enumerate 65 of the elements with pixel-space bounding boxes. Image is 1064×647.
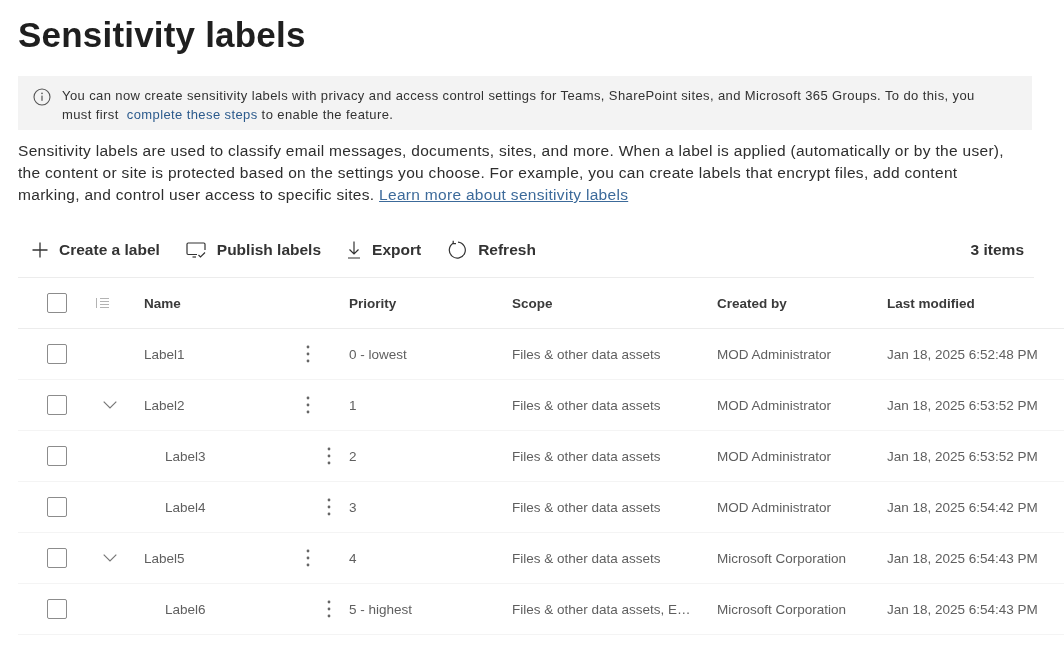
more-options-icon[interactable] [306,345,310,363]
download-icon [347,240,362,259]
more-options-icon[interactable] [327,498,331,516]
scope-text: Files & other data assets [512,449,661,464]
creator-name: MOD Administrator [717,398,832,413]
label-name[interactable]: Label1 [144,346,306,362]
column-header[interactable]: Last modified [887,295,975,311]
column-header[interactable]: Scope [512,295,553,311]
scope-text: Files & other data assets [512,398,661,413]
scope-text: Files & other data assets [512,500,661,515]
row-checkbox[interactable] [47,548,67,568]
modified-date: Jan 18, 2025 6:54:43 PM [887,551,1038,566]
modified-date: Jan 18, 2025 6:54:42 PM [887,500,1038,515]
priority-text: 4 [349,551,357,566]
creator-name: Microsoft Corporation [717,551,847,566]
refresh-button[interactable]: Refresh [445,235,538,264]
chevron-down-icon[interactable] [103,401,117,409]
learn-more-link[interactable]: Learn more about sensitivity labels [379,186,629,203]
creator-name: MOD Administrator [717,500,832,515]
page-title: Sensitivity labels [18,14,306,56]
description-text: Sensitivity labels are used to classify email messages, documents, sites, and more. When a label is applied (automatically or by the user), the content or site is protected based on the settings you choose. For example, you can create labels that encrypt files, add content marking, and control user access to specific sites. Learn more about sensitivity labels [18,141,1005,205]
refresh-icon [447,239,468,260]
priority-text: 2 [349,449,357,464]
label-name[interactable]: Label2 [144,397,306,413]
priority-text: 3 [349,500,357,515]
plus-icon [32,241,48,258]
more-options-icon[interactable] [306,396,310,414]
row-checkbox[interactable] [47,599,67,619]
column-header[interactable]: Priority [349,295,397,311]
modified-date: Jan 18, 2025 6:54:43 PM [887,602,1038,617]
more-options-icon[interactable] [327,447,331,465]
more-options-icon[interactable] [327,600,331,618]
priority-text: 1 [349,398,357,413]
setup-link[interactable]: complete these steps [126,107,258,122]
modified-date: Jan 18, 2025 6:53:52 PM [887,398,1038,413]
publish-labels-button[interactable]: Publish labels [183,236,324,263]
modified-date: Jan 18, 2025 6:52:48 PM [887,347,1038,362]
item-count: 3 items [970,240,1024,259]
priority-text: 5 - highest [349,602,413,617]
more-options-icon[interactable] [306,549,310,567]
info-icon [33,88,51,106]
column-header[interactable]: Name [144,295,181,311]
monitor-check-icon [185,241,206,258]
column-header[interactable]: Created by [717,295,787,311]
label-name[interactable]: Label3 [165,448,327,464]
scope-text: Files & other data assets [512,347,661,362]
modified-date: Jan 18, 2025 6:53:52 PM [887,449,1038,464]
priority-text: 0 - lowest [349,347,407,362]
creator-name: Microsoft Corporation [717,602,847,617]
create-label-button[interactable]: Create a label [30,236,162,263]
banner-text: You can now create sensitivity labels with privacy and access control settings for Teams, SharePoint sites, and Microsoft 365 Groups. To do this, you must first complete these steps to enable the feature. [62,87,976,124]
export-button[interactable]: Export [345,236,424,263]
scope-text: Files & other data assets, E… [512,602,691,617]
label-name[interactable]: Label6 [165,601,327,617]
creator-name: MOD Administrator [717,449,832,464]
select-all-checkbox[interactable] [47,293,67,313]
chevron-down-icon[interactable] [103,554,117,562]
label-name[interactable]: Label5 [144,550,306,566]
row-checkbox[interactable] [47,395,67,415]
scope-text: Files & other data assets [512,551,661,566]
creator-name: MOD Administrator [717,347,832,362]
label-name[interactable]: Label4 [165,499,327,515]
row-checkbox[interactable] [47,344,67,364]
row-checkbox[interactable] [47,497,67,517]
row-checkbox[interactable] [47,446,67,466]
